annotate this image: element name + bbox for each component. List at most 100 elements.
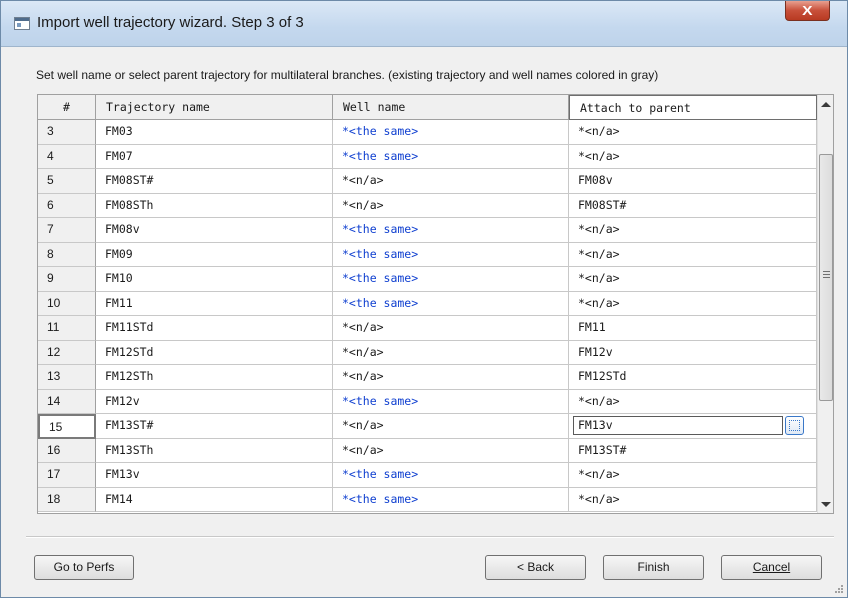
table-row[interactable]: 18 FM14 *<the same> *<n/a> xyxy=(38,487,817,512)
well-name-cell[interactable]: *<the same> xyxy=(333,218,569,243)
attach-to-parent-cell[interactable]: *<n/a> xyxy=(569,463,817,488)
well-name-cell[interactable]: *<the same> xyxy=(333,120,569,145)
trajectory-name-cell[interactable]: FM07 xyxy=(96,144,333,169)
attach-to-parent-cell[interactable]: FM12v xyxy=(569,340,817,365)
well-name-cell[interactable]: *<the same> xyxy=(333,463,569,488)
well-name-cell[interactable]: *<the same> xyxy=(333,267,569,292)
table-row[interactable]: 3 FM03 *<the same> *<n/a> xyxy=(38,120,817,145)
trajectory-name-cell[interactable]: FM13v xyxy=(96,463,333,488)
trajectory-name-cell[interactable]: FM12v xyxy=(96,389,333,414)
well-name-cell[interactable]: *<n/a> xyxy=(333,316,569,341)
import-wizard-dialog: Import well trajectory wizard. Step 3 of… xyxy=(0,0,848,598)
row-number-cell[interactable]: 16 xyxy=(38,438,96,463)
attach-to-parent-cell[interactable]: FM13ST# xyxy=(569,438,817,463)
scroll-thumb[interactable] xyxy=(819,154,833,401)
row-number-cell[interactable]: 3 xyxy=(38,120,96,145)
row-number-cell[interactable]: 13 xyxy=(38,365,96,390)
attach-to-parent-cell[interactable]: FM08v xyxy=(569,169,817,194)
trajectory-name-cell[interactable]: FM11STd xyxy=(96,316,333,341)
table-row[interactable]: 10 FM11 *<the same> *<n/a> xyxy=(38,291,817,316)
table-row[interactable]: 7 FM08v *<the same> *<n/a> xyxy=(38,218,817,243)
vertical-scrollbar[interactable] xyxy=(817,95,833,513)
attach-to-parent-cell[interactable]: FM08ST# xyxy=(569,193,817,218)
table-row[interactable]: 5 FM08ST# *<n/a> FM08v xyxy=(38,169,817,194)
well-name-cell[interactable]: *<n/a> xyxy=(333,365,569,390)
trajectory-name-cell[interactable]: FM08STh xyxy=(96,193,333,218)
attach-to-parent-cell[interactable]: *<n/a> xyxy=(569,389,817,414)
well-name-cell[interactable]: *<the same> xyxy=(333,487,569,512)
browse-parent-icon[interactable] xyxy=(785,416,804,435)
attach-to-parent-cell[interactable]: *<n/a> xyxy=(569,291,817,316)
row-number-cell[interactable]: 17 xyxy=(38,463,96,488)
row-number-cell[interactable]: 14 xyxy=(38,389,96,414)
attach-to-parent-cell[interactable]: *<n/a> xyxy=(569,120,817,145)
table-row[interactable]: 13 FM12STh *<n/a> FM12STd xyxy=(38,365,817,390)
attach-to-parent-cell[interactable]: *<n/a> xyxy=(569,144,817,169)
row-number-cell[interactable]: 18 xyxy=(38,487,96,512)
title-bar[interactable]: Import well trajectory wizard. Step 3 of… xyxy=(1,1,847,47)
trajectory-name-cell[interactable]: FM11 xyxy=(96,291,333,316)
well-name-cell[interactable]: *<the same> xyxy=(333,291,569,316)
trajectory-name-cell[interactable]: FM08v xyxy=(96,218,333,243)
well-name-cell[interactable]: *<n/a> xyxy=(333,169,569,194)
cancel-button[interactable]: Cancel xyxy=(721,555,822,580)
trajectory-name-cell[interactable]: FM03 xyxy=(96,120,333,145)
scroll-up-arrow-icon[interactable] xyxy=(821,102,831,107)
column-header-attach-to-parent[interactable]: Attach to parent xyxy=(569,95,817,120)
attach-to-parent-cell[interactable]: *<n/a> xyxy=(569,487,817,512)
row-number-cell[interactable]: 6 xyxy=(38,193,96,218)
grip-line xyxy=(823,274,830,275)
attach-to-parent-cell[interactable]: *<n/a> xyxy=(569,218,817,243)
row-number-cell[interactable]: 8 xyxy=(38,242,96,267)
trajectory-name-cell[interactable]: FM09 xyxy=(96,242,333,267)
trajectory-name-cell[interactable]: FM14 xyxy=(96,487,333,512)
row-number-cell[interactable]: 7 xyxy=(38,218,96,243)
table-row[interactable]: 4 FM07 *<the same> *<n/a> xyxy=(38,144,817,169)
attach-to-parent-cell[interactable]: *<n/a> xyxy=(569,242,817,267)
column-header-number[interactable]: # xyxy=(38,95,96,120)
table-row[interactable]: 11 FM11STd *<n/a> FM11 xyxy=(38,316,817,341)
attach-to-parent-cell[interactable]: FM11 xyxy=(569,316,817,341)
trajectory-name-cell[interactable]: FM13STh xyxy=(96,438,333,463)
row-number-cell[interactable]: 12 xyxy=(38,340,96,365)
grip-line xyxy=(823,271,830,272)
parent-edit-field[interactable]: FM13v xyxy=(573,416,783,435)
table-row[interactable]: 15 FM13ST# *<n/a> FM13v xyxy=(38,414,817,439)
row-number-cell[interactable]: 9 xyxy=(38,267,96,292)
finish-button[interactable]: Finish xyxy=(603,555,704,580)
table-row[interactable]: 9 FM10 *<the same> *<n/a> xyxy=(38,267,817,292)
row-number-cell[interactable]: 11 xyxy=(38,316,96,341)
table-row[interactable]: 6 FM08STh *<n/a> FM08ST# xyxy=(38,193,817,218)
attach-to-parent-cell[interactable]: FM13v xyxy=(569,414,817,439)
close-button[interactable]: X xyxy=(785,1,830,21)
table-row[interactable]: 16 FM13STh *<n/a> FM13ST# xyxy=(38,438,817,463)
row-number-cell[interactable]: 15 xyxy=(38,414,96,439)
table-row[interactable]: 14 FM12v *<the same> *<n/a> xyxy=(38,389,817,414)
table-row[interactable]: 17 FM13v *<the same> *<n/a> xyxy=(38,463,817,488)
trajectory-name-cell[interactable]: FM10 xyxy=(96,267,333,292)
scroll-down-arrow-icon[interactable] xyxy=(821,502,831,507)
well-name-cell[interactable]: *<the same> xyxy=(333,144,569,169)
well-name-cell[interactable]: *<n/a> xyxy=(333,193,569,218)
row-number-cell[interactable]: 5 xyxy=(38,169,96,194)
table-row[interactable]: 8 FM09 *<the same> *<n/a> xyxy=(38,242,817,267)
attach-to-parent-cell[interactable]: FM12STd xyxy=(569,365,817,390)
attach-to-parent-cell[interactable]: *<n/a> xyxy=(569,267,817,292)
back-button[interactable]: < Back xyxy=(485,555,586,580)
well-name-cell[interactable]: *<n/a> xyxy=(333,414,569,439)
column-header-well-name[interactable]: Well name xyxy=(333,95,569,120)
trajectory-name-cell[interactable]: FM13ST# xyxy=(96,414,333,439)
row-number-cell[interactable]: 4 xyxy=(38,144,96,169)
trajectory-name-cell[interactable]: FM12STd xyxy=(96,340,333,365)
go-to-perfs-button[interactable]: Go to Perfs xyxy=(34,555,134,580)
column-header-trajectory-name[interactable]: Trajectory name xyxy=(96,95,333,120)
resize-grip-icon[interactable] xyxy=(833,583,845,595)
well-name-cell[interactable]: *<the same> xyxy=(333,389,569,414)
well-name-cell[interactable]: *<the same> xyxy=(333,242,569,267)
trajectory-name-cell[interactable]: FM08ST# xyxy=(96,169,333,194)
table-row[interactable]: 12 FM12STd *<n/a> FM12v xyxy=(38,340,817,365)
row-number-cell[interactable]: 10 xyxy=(38,291,96,316)
well-name-cell[interactable]: *<n/a> xyxy=(333,340,569,365)
trajectory-name-cell[interactable]: FM12STh xyxy=(96,365,333,390)
well-name-cell[interactable]: *<n/a> xyxy=(333,438,569,463)
